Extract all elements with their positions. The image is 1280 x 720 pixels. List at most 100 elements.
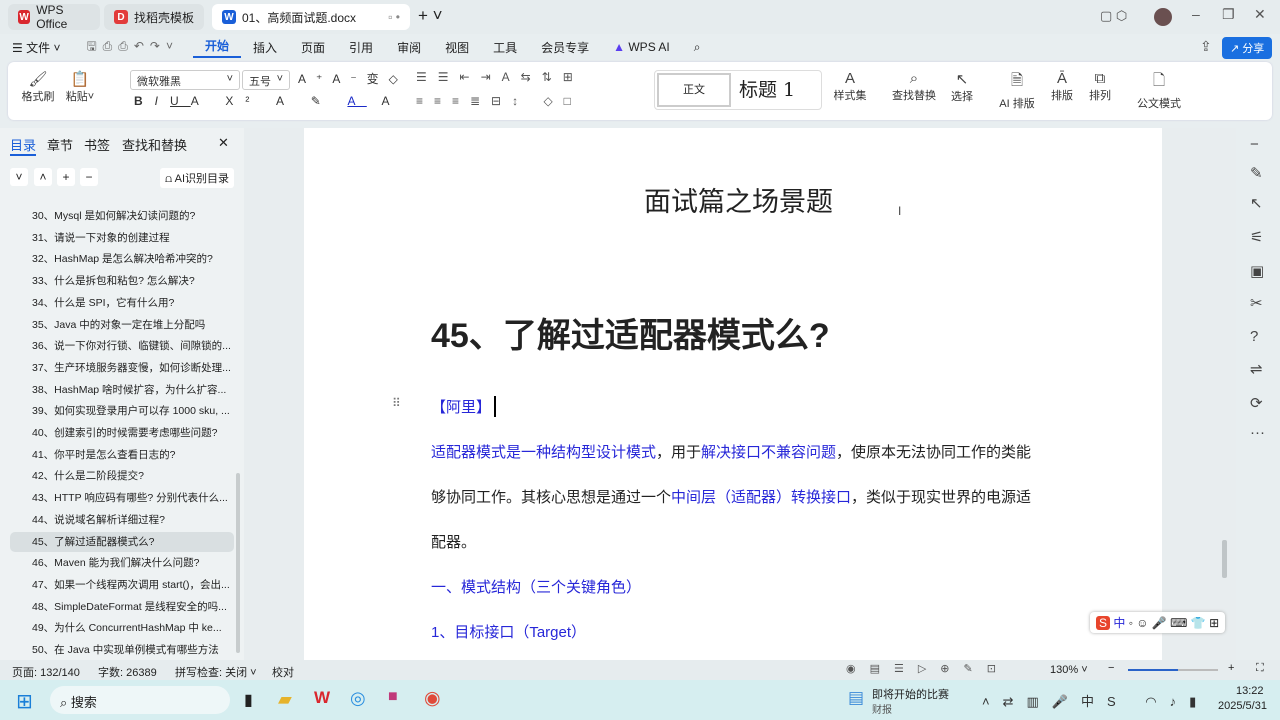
- toc-item[interactable]: 41、你平时是怎么查看日志的?: [10, 445, 234, 465]
- toc-item[interactable]: 49、为什么 ConcurrentHashMap 中 ke...: [10, 618, 234, 638]
- collapse-up-icon[interactable]: ˄: [34, 168, 52, 186]
- menu-insert[interactable]: 插入: [241, 39, 289, 56]
- toc-item[interactable]: 50、在 Java 中实现单例模式有哪些方法: [10, 640, 234, 660]
- remove-icon[interactable]: −: [80, 168, 98, 186]
- tray-icons[interactable]: ˄⇄▥🎤中S ◠♪▮: [982, 691, 1209, 710]
- zoom-slider[interactable]: [1128, 669, 1218, 671]
- sync-icon[interactable]: ⟳: [1250, 394, 1263, 412]
- menu-file[interactable]: ☰ 文件 ˅: [0, 39, 72, 56]
- tools-icon[interactable]: ✂: [1250, 294, 1263, 312]
- expand-down-icon[interactable]: ˅: [10, 168, 28, 186]
- image-icon[interactable]: ▣: [1250, 262, 1264, 280]
- quick-access-icons[interactable]: 🖫⎙⎙↶↷˅: [72, 37, 193, 58]
- minimize-icon[interactable]: –: [1192, 6, 1200, 22]
- tab-bookmarks[interactable]: 书签: [84, 135, 110, 154]
- text-format-tools[interactable]: BIUA X² A ✎ A A: [134, 94, 401, 108]
- zoom-in-icon[interactable]: +: [1228, 662, 1234, 674]
- view-mode-icons[interactable]: ◉▤☰▷⊕✎⊡: [846, 662, 1010, 675]
- tab-toc[interactable]: 目录: [10, 135, 37, 156]
- toc-item[interactable]: 34、什么是 SPI，它有什么用?: [10, 293, 234, 313]
- tab-find-replace[interactable]: 查找和替换: [122, 135, 187, 154]
- news-title[interactable]: 即将开始的比赛: [872, 686, 949, 702]
- clock-time[interactable]: 13:22: [1236, 685, 1264, 697]
- zoom-out-icon[interactable]: −: [1108, 662, 1114, 674]
- more-icon[interactable]: ···: [1250, 424, 1265, 441]
- menu-member[interactable]: 会员专享: [529, 39, 601, 56]
- share-button[interactable]: ↗ 分享: [1222, 37, 1273, 59]
- ime-toolbar[interactable]: S 中 ◦ ☺ 🎤 ⌨ 👕 ⊞: [1090, 612, 1226, 633]
- ai-layout-button[interactable]: 🗎 AI 排版: [994, 70, 1040, 111]
- windows-start-icon[interactable]: ⊞: [16, 689, 33, 714]
- toc-item[interactable]: 43、HTTP 响应码有哪些? 分别代表什么...: [10, 488, 234, 508]
- font-tools[interactable]: A⁺A⁻变◇: [298, 70, 408, 87]
- style-normal[interactable]: 正文: [657, 73, 731, 107]
- app-icon[interactable]: ▮: [244, 690, 253, 710]
- ai-toc-button[interactable]: ⩍ AI识别目录: [160, 168, 235, 188]
- toc-item[interactable]: 39、如何实现登录用户可以存 1000 sku, ...: [10, 401, 234, 421]
- document-page[interactable]: 面试篇之场景题 I 45、了解过适配器模式么? ⠿ 【阿里】 适配器模式是一种结…: [304, 128, 1162, 660]
- layout-button[interactable]: Ā 排版: [1044, 70, 1080, 103]
- font-select[interactable]: 微软雅黑 ˅: [130, 70, 240, 90]
- sliders-icon[interactable]: ⚟: [1250, 228, 1263, 246]
- clock-date[interactable]: 2025/5/31: [1218, 700, 1267, 712]
- toc-item[interactable]: 40、创建索引的时候需要考虑哪些问题?: [10, 423, 234, 443]
- chrome-icon[interactable]: ◉: [424, 687, 441, 710]
- zoom-select[interactable]: 130% ˅: [1050, 664, 1088, 676]
- minus-icon[interactable]: −: [1250, 136, 1259, 153]
- wps-taskbar-icon[interactable]: W: [314, 688, 330, 708]
- menu-wps-ai[interactable]: ▲ WPS AI: [601, 40, 682, 54]
- menu-tools[interactable]: 工具: [481, 39, 529, 56]
- toc-item[interactable]: 42、什么是二阶段提交?: [10, 466, 234, 486]
- drag-handle-icon[interactable]: ⠿: [392, 396, 401, 410]
- fullscreen-icon[interactable]: ⛶: [1256, 662, 1264, 675]
- style-set-button[interactable]: A 样式集: [828, 70, 872, 103]
- avatar[interactable]: [1154, 8, 1172, 26]
- menu-review[interactable]: 审阅: [385, 39, 433, 56]
- help-icon[interactable]: ?: [1250, 328, 1258, 345]
- style-heading1[interactable]: 标题 1: [739, 75, 795, 102]
- paragraph-tools[interactable]: ☰☰⇤⇥A⇆⇅⊞: [416, 70, 584, 84]
- toc-item[interactable]: 33、什么是拆包和粘包? 怎么解决?: [10, 271, 234, 291]
- toc-item[interactable]: 46、Maven 能为我们解决什么问题?: [10, 553, 234, 573]
- menu-references[interactable]: 引用: [337, 39, 385, 56]
- paste-button[interactable]: 📋 粘贴˅: [60, 70, 100, 104]
- cloud-upload-icon[interactable]: ⇪: [1200, 38, 1212, 55]
- toc-item[interactable]: 44、说说域名解析详细过程?: [10, 510, 234, 530]
- file-explorer-icon[interactable]: ▰: [278, 689, 292, 710]
- browser-icon[interactable]: ◎: [350, 688, 366, 709]
- toc-item[interactable]: 37、生产环境服务器变慢，如何诊断处理...: [10, 358, 234, 378]
- window-icons[interactable]: ▢ ⬡: [1100, 8, 1127, 24]
- toc-item[interactable]: 35、Java 中的对象一定在堆上分配吗: [10, 315, 234, 335]
- align-tools[interactable]: ≡≡≡≣⊟↕ ◇□: [416, 94, 582, 108]
- select-button[interactable]: ↖ 选择: [944, 70, 980, 104]
- toc-item[interactable]: 32、HashMap 是怎么解决哈希冲突的?: [10, 249, 234, 269]
- close-icon[interactable]: ✕: [1254, 6, 1266, 23]
- cursor-icon[interactable]: ↖: [1250, 194, 1263, 212]
- menu-home[interactable]: 开始: [193, 37, 242, 58]
- close-icon[interactable]: ✕: [218, 135, 229, 151]
- intellij-icon[interactable]: ■: [388, 688, 398, 706]
- tab-templates[interactable]: D 找稻壳模板: [104, 4, 204, 30]
- add-icon[interactable]: +: [57, 168, 75, 186]
- tab-chapters[interactable]: 章节: [47, 135, 73, 154]
- spell-check[interactable]: 拼写检查: 关闭 ˅: [175, 664, 257, 680]
- toc-item[interactable]: 36、说一下你对行锁、临键锁、间隙锁的...: [10, 336, 234, 356]
- menu-page[interactable]: 页面: [289, 39, 337, 56]
- menu-view[interactable]: 视图: [433, 39, 481, 56]
- toc-item[interactable]: 31、请说一下对象的创建过程: [10, 228, 234, 248]
- format-painter-button[interactable]: 🖌 格式刷: [18, 70, 58, 104]
- toc-item[interactable]: 45、了解过适配器模式么?: [10, 531, 234, 552]
- new-tab-icon[interactable]: + ˅: [418, 6, 443, 26]
- tab-document[interactable]: W 01、高频面试题.docx ▫ •: [212, 4, 410, 30]
- translate-icon[interactable]: ⇌: [1250, 360, 1263, 378]
- official-mode-button[interactable]: 🗋 公文模式: [1132, 70, 1186, 111]
- tab-wps-office[interactable]: W WPS Office: [8, 3, 100, 31]
- toc-item[interactable]: 38、HashMap 啥时候扩容，为什么扩容...: [10, 380, 234, 400]
- toc-item[interactable]: 30、Mysql 是如何解决幻读问题的?: [10, 206, 234, 226]
- toc-item[interactable]: 48、SimpleDateFormat 是线程安全的吗...: [10, 597, 234, 617]
- proofread[interactable]: 校对: [272, 664, 294, 680]
- find-replace-button[interactable]: ⌕ 查找替换: [886, 70, 942, 103]
- word-count[interactable]: 字数: 26389: [98, 664, 157, 680]
- font-size-select[interactable]: 五号 ˅: [242, 70, 290, 90]
- toc-item[interactable]: 47、如果一个线程两次调用 start()，会出...: [10, 575, 234, 595]
